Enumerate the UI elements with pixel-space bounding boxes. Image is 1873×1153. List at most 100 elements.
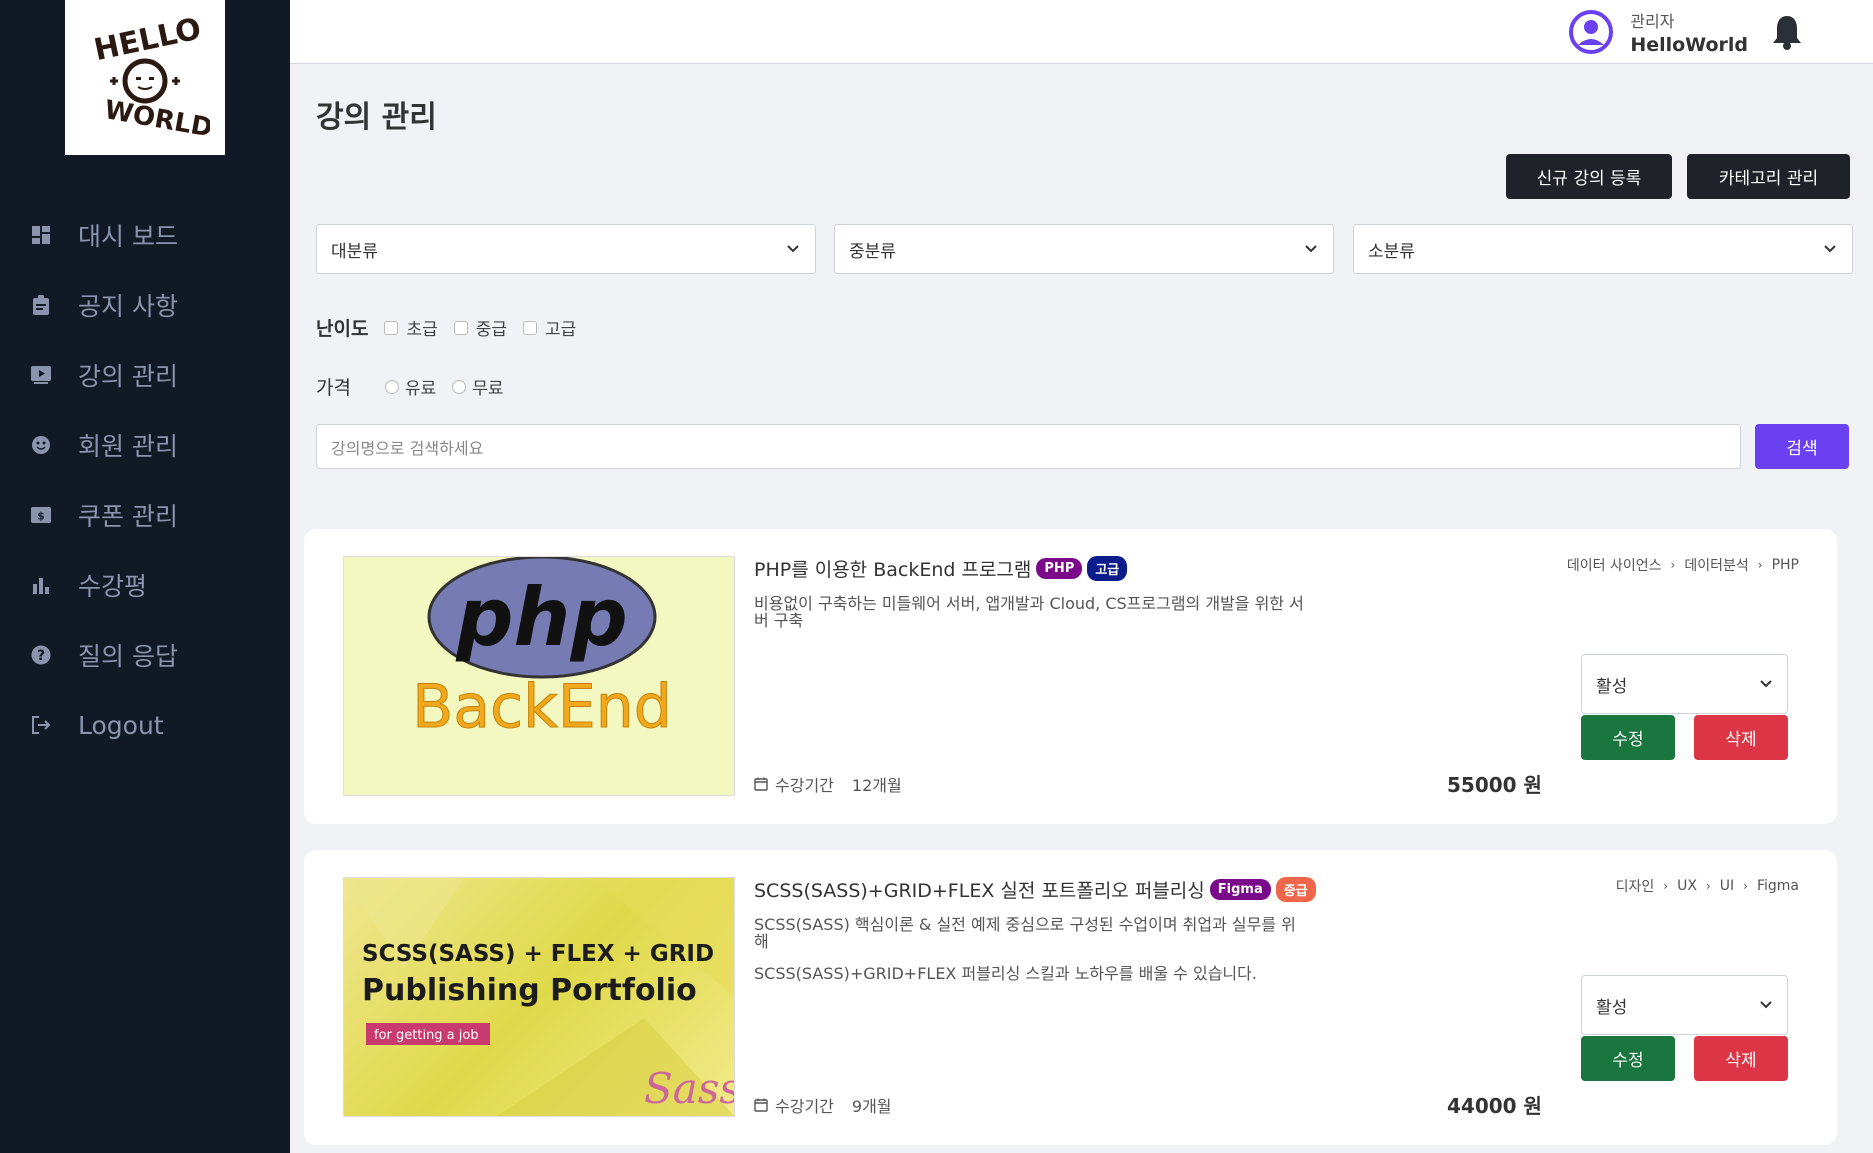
svg-text:?: ? <box>37 648 45 664</box>
sidebar-item-label: 수강평 <box>78 572 148 601</box>
sidebar-item-courses[interactable]: 강의 관리 <box>0 340 290 410</box>
period-value: 12개월 <box>851 776 902 795</box>
radio-label: 무료 <box>472 379 504 399</box>
video-icon <box>30 364 52 386</box>
logo[interactable]: HELLO WORLD! <box>65 0 225 155</box>
category2-value: 중분류 <box>849 241 896 262</box>
status-select[interactable]: 활성 <box>1581 975 1788 1035</box>
level-badge: 중급 <box>1275 877 1316 902</box>
checkbox-label: 고급 <box>545 320 577 340</box>
category2-select[interactable]: 중분류 <box>834 224 1334 274</box>
dashboard-icon <box>30 224 52 246</box>
sidebar-item-reviews[interactable]: 수강평 <box>0 550 290 620</box>
sidebar-nav: 대시 보드 공지 사항 강의 관리 회원 관리 $ 쿠폰 관리 수강평 ? 질의… <box>0 200 290 760</box>
sidebar-item-label: Logout <box>78 710 164 740</box>
level-badge: 고급 <box>1087 556 1128 581</box>
category-manage-button[interactable]: 카테고리 관리 <box>1687 154 1850 199</box>
smile-icon <box>30 434 52 456</box>
delete-button[interactable]: 삭제 <box>1694 715 1788 760</box>
price-label: 가격 <box>316 377 351 399</box>
hello-world-logo-icon: HELLO WORLD! <box>91 13 210 143</box>
description-line: SCSS(SASS)+GRID+FLEX 퍼블리싱 스킬과 노하우를 배울 수 … <box>754 964 1257 983</box>
main-content: 강의 관리 신규 강의 등록 카테고리 관리 대분류 중분류 소분류 난이도 초… <box>290 64 1873 1153</box>
sidebar-item-label: 대시 보드 <box>78 222 178 251</box>
sidebar-item-members[interactable]: 회원 관리 <box>0 410 290 480</box>
php-logo-icon: php BackEnd <box>412 557 672 743</box>
breadcrumb-item: 디자인 <box>1615 879 1655 895</box>
sidebar-item-label: 쿠폰 관리 <box>78 502 178 531</box>
course-price: 55000 원 <box>1447 773 1542 797</box>
breadcrumb-item: Figma <box>1756 878 1799 894</box>
level-advanced-checkbox[interactable]: 고급 <box>523 315 576 340</box>
chevron-down-icon <box>1760 1001 1772 1009</box>
chevron-down-icon <box>1305 245 1317 253</box>
chevron-right-icon: › <box>1663 879 1669 893</box>
course-title-text: PHP를 이용한 BackEnd 프로그램 <box>754 559 1032 581</box>
course-thumbnail[interactable]: php BackEnd <box>343 556 735 796</box>
breadcrumb: 디자인 › UX › UI › Figma <box>1616 876 1799 896</box>
bell-icon[interactable] <box>1771 14 1803 50</box>
breadcrumb-item: UX <box>1677 878 1697 894</box>
course-thumbnail[interactable]: SCSS(SASS) + FLEX + GRID Publishing Port… <box>343 877 735 1117</box>
course-description: 비용없이 구축하는 미들웨어 서버, 앱개발과 Cloud, CS프로그램의 개… <box>754 594 1304 630</box>
status-value: 활성 <box>1596 997 1628 1018</box>
sidebar-item-qna[interactable]: ? 질의 응답 <box>0 620 290 690</box>
sidebar-item-coupons[interactable]: $ 쿠폰 관리 <box>0 480 290 550</box>
edit-button[interactable]: 수정 <box>1581 1036 1675 1081</box>
delete-button[interactable]: 삭제 <box>1694 1036 1788 1081</box>
breadcrumb-item: 데이터분석 <box>1684 558 1749 574</box>
breadcrumb: 데이터 사이언스 › 데이터분석 › PHP <box>1567 555 1799 575</box>
calendar-icon <box>754 777 768 791</box>
sidebar-item-notice[interactable]: 공지 사항 <box>0 270 290 340</box>
tag-badge: Figma <box>1209 879 1271 900</box>
category3-value: 소분류 <box>1368 241 1415 262</box>
status-select[interactable]: 활성 <box>1581 654 1788 714</box>
calendar-icon <box>754 1098 768 1112</box>
chevron-down-icon <box>1760 680 1772 688</box>
level-beginner-checkbox[interactable]: 초급 <box>384 315 438 340</box>
sidebar-item-label: 회원 관리 <box>78 432 178 461</box>
price-free-radio[interactable]: 무료 <box>452 374 504 399</box>
course-period: 수강기간 12개월 <box>754 772 902 796</box>
svg-text:php: php <box>455 571 627 664</box>
sidebar-item-logout[interactable]: Logout <box>0 690 290 760</box>
clipboard-icon <box>30 294 52 316</box>
svg-text:SCSS(SASS) + FLEX + GRID: SCSS(SASS) + FLEX + GRID <box>362 941 714 967</box>
new-course-button[interactable]: 신규 강의 등록 <box>1506 154 1672 199</box>
course-title-text: SCSS(SASS)+GRID+FLEX 실전 포트폴리오 퍼블리싱 <box>754 880 1205 902</box>
checkbox-label: 중급 <box>475 320 508 340</box>
level-intermediate-checkbox[interactable]: 중급 <box>453 315 508 340</box>
page-title: 강의 관리 <box>316 100 437 135</box>
svg-text:$: $ <box>37 510 45 523</box>
description-line: SCSS(SASS) 핵심이론 & 실전 예제 중심으로 구성된 수업이며 취업… <box>754 915 1296 951</box>
top-bar: 관리자 HelloWorld <box>290 0 1873 64</box>
course-title[interactable]: SCSS(SASS)+GRID+FLEX 실전 포트폴리오 퍼블리싱 Figma… <box>754 876 1316 903</box>
breadcrumb-item: UI <box>1719 878 1735 894</box>
search-input[interactable]: 강의명으로 검색하세요 <box>316 424 1741 469</box>
course-card: php BackEnd PHP를 이용한 BackEnd 프로그램 PHP 고급… <box>304 529 1837 824</box>
breadcrumb-item: PHP <box>1771 557 1799 573</box>
price-paid-radio[interactable]: 유료 <box>384 374 436 399</box>
edit-button[interactable]: 수정 <box>1581 715 1675 760</box>
chevron-down-icon <box>787 245 799 253</box>
chevron-down-icon <box>1824 245 1836 253</box>
chevron-right-icon: › <box>1670 558 1676 572</box>
svg-text:Sass: Sass <box>644 1064 735 1113</box>
sidebar: HELLO WORLD! 대시 보드 공지 사항 강의 관리 회원 관리 $ 쿠… <box>0 0 290 1153</box>
category1-select[interactable]: 대분류 <box>316 224 816 274</box>
chevron-right-icon: › <box>1757 558 1763 572</box>
svg-text:for getting a job: for getting a job <box>374 1028 479 1043</box>
category3-select[interactable]: 소분류 <box>1353 224 1853 274</box>
breadcrumb-item: 데이터 사이언스 <box>1566 558 1662 574</box>
course-title[interactable]: PHP를 이용한 BackEnd 프로그램 PHP 고급 <box>754 555 1128 582</box>
checkbox-label: 초급 <box>406 320 438 340</box>
search-button[interactable]: 검색 <box>1755 424 1849 469</box>
sidebar-item-label: 공지 사항 <box>78 292 178 321</box>
period-value: 9개월 <box>851 1097 892 1116</box>
sidebar-item-dashboard[interactable]: 대시 보드 <box>0 200 290 270</box>
logout-icon <box>30 714 52 736</box>
period-label: 수강기간 <box>775 1097 834 1116</box>
svg-text:Publishing Portfolio: Publishing Portfolio <box>362 973 697 1008</box>
user-info[interactable]: 관리자 HelloWorld <box>1568 8 1748 56</box>
category1-value: 대분류 <box>331 241 378 262</box>
